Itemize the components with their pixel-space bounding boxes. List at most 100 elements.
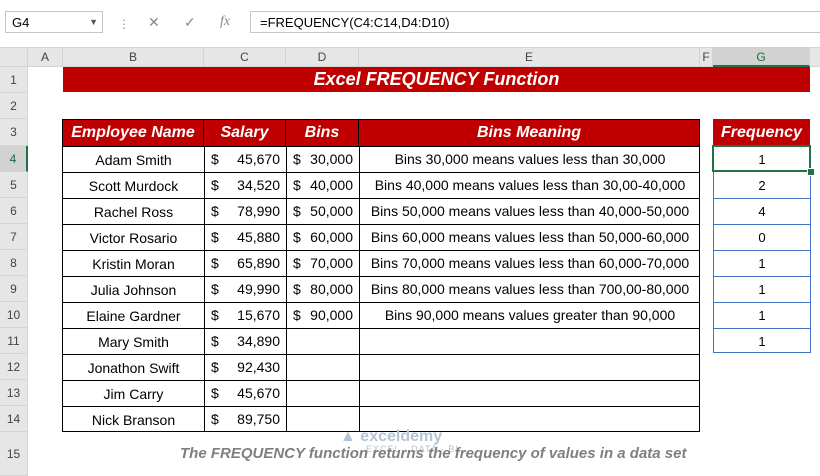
cell-bin-meaning[interactable]: Bins 40,000 means values less than 30,00… (360, 172, 700, 198)
cell-employee-name[interactable]: Kristin Moran (63, 250, 204, 276)
row-header-13[interactable]: 13 (0, 380, 28, 406)
caption[interactable]: The FREQUENCY function returns the frequ… (180, 445, 686, 462)
salary-value: 45,670 (237, 151, 280, 167)
cell-bin[interactable]: $60,000 (287, 224, 359, 250)
cell-bin[interactable]: $50,000 (287, 198, 359, 224)
row-header-10[interactable]: 10 (0, 302, 28, 328)
row-header-5[interactable]: 5 (0, 172, 28, 198)
column-header-b[interactable]: B (63, 47, 204, 67)
cell-employee-name[interactable]: Jonathon Swift (63, 354, 204, 380)
bin-value: 90,000 (310, 307, 353, 323)
currency-symbol: $ (211, 411, 219, 427)
cell-bin-meaning[interactable]: Bins 50,000 means values less than 40,00… (360, 198, 700, 224)
salary-value: 34,520 (237, 177, 280, 193)
enter-icon[interactable]: ✓ (184, 14, 196, 31)
currency-symbol: $ (211, 255, 219, 271)
formula-input[interactable]: =FREQUENCY(C4:C14,D4:D10) (250, 11, 820, 33)
cell-frequency[interactable]: 1 (714, 146, 810, 172)
row-header-7[interactable]: 7 (0, 224, 28, 250)
currency-symbol: $ (293, 229, 301, 245)
cell-salary[interactable]: $78,990 (205, 198, 286, 224)
currency-symbol: $ (293, 151, 301, 167)
cell-salary[interactable]: $34,890 (205, 328, 286, 354)
cell-salary[interactable]: $92,430 (205, 354, 286, 380)
cell-bin-meaning[interactable]: Bins 70,000 means values less than 60,00… (360, 250, 700, 276)
cell-frequency[interactable]: 1 (714, 276, 810, 302)
column-header-c[interactable]: C (204, 47, 286, 67)
column-header-g[interactable]: G (713, 47, 810, 67)
row-header-11[interactable]: 11 (0, 328, 28, 354)
cell-employee-name[interactable]: Elaine Gardner (63, 302, 204, 328)
cell-bin-meaning[interactable]: Bins 30,000 means values less than 30,00… (360, 146, 700, 172)
row-header-1[interactable]: 1 (0, 67, 28, 93)
name-box[interactable]: G4 ▼ (5, 11, 103, 33)
cell-employee-name[interactable]: Adam Smith (63, 146, 204, 172)
cell-frequency[interactable]: 0 (714, 224, 810, 250)
bin-value: 40,000 (310, 177, 353, 193)
cell-salary[interactable]: $34,520 (205, 172, 286, 198)
bin-value: 50,000 (310, 203, 353, 219)
cell-bin[interactable]: $90,000 (287, 302, 359, 328)
cell-salary[interactable]: $45,670 (205, 146, 286, 172)
cell-employee-name[interactable]: Scott Murdock (63, 172, 204, 198)
cell-salary[interactable]: $45,880 (205, 224, 286, 250)
cell-frequency[interactable]: 2 (714, 172, 810, 198)
column-header-f[interactable]: F (700, 47, 713, 67)
cell-bin-meaning[interactable]: Bins 60,000 means values less than 50,00… (360, 224, 700, 250)
cell-bin-meaning[interactable]: Bins 90,000 means values greater than 90… (360, 302, 700, 328)
header-frequency[interactable]: Frequency (713, 119, 810, 146)
currency-symbol: $ (211, 203, 219, 219)
insert-function-icon[interactable]: fx (220, 14, 230, 30)
currency-symbol: $ (211, 177, 219, 193)
watermark-name: exceldemy (360, 428, 443, 445)
row-header-14[interactable]: 14 (0, 406, 28, 432)
row-header-4[interactable]: 4 (0, 146, 28, 172)
more-options-icon[interactable]: ⋮ (118, 17, 130, 31)
cell-frequency[interactable]: 1 (714, 328, 810, 354)
cell-employee-name[interactable]: Victor Rosario (63, 224, 204, 250)
row-header-6[interactable]: 6 (0, 198, 28, 224)
row-header-15[interactable]: 15 (0, 432, 28, 476)
currency-symbol: $ (293, 203, 301, 219)
formula-bar: G4 ▼ ⋮ ✕ ✓ fx =FREQUENCY(C4:C14,D4:D10) (0, 0, 820, 45)
currency-symbol: $ (211, 281, 219, 297)
cell-employee-name[interactable]: Julia Johnson (63, 276, 204, 302)
cell-frequency[interactable]: 1 (714, 302, 810, 328)
currency-symbol: $ (211, 151, 219, 167)
cell-salary[interactable]: $15,670 (205, 302, 286, 328)
name-box-value: G4 (12, 15, 30, 30)
cell-bin[interactable]: $70,000 (287, 250, 359, 276)
column-header-a[interactable]: A (28, 47, 63, 67)
row-header-8[interactable]: 8 (0, 250, 28, 276)
cell-salary[interactable]: $65,890 (205, 250, 286, 276)
cell-salary[interactable]: $89,750 (205, 406, 286, 432)
currency-symbol: $ (211, 359, 219, 375)
column-header-d[interactable]: D (286, 47, 359, 67)
currency-symbol: $ (211, 307, 219, 323)
row-header-3[interactable]: 3 (0, 119, 28, 146)
cell-salary[interactable]: $45,670 (205, 380, 286, 406)
column-header-e[interactable]: E (359, 47, 700, 67)
cell-bin[interactable]: $30,000 (287, 146, 359, 172)
chevron-down-icon[interactable]: ▼ (89, 17, 98, 27)
cell-employee-name[interactable]: Mary Smith (63, 328, 204, 354)
cell-frequency[interactable]: 1 (714, 250, 810, 276)
cell-salary[interactable]: $49,990 (205, 276, 286, 302)
sheet-title[interactable]: Excel FREQUENCY Function (63, 67, 810, 92)
bin-value: 80,000 (310, 281, 353, 297)
row-header-12[interactable]: 12 (0, 354, 28, 380)
row-header-2[interactable]: 2 (0, 93, 28, 119)
row-header-9[interactable]: 9 (0, 276, 28, 302)
cell-bin[interactable]: $80,000 (287, 276, 359, 302)
cell-employee-name[interactable]: Jim Carry (63, 380, 204, 406)
currency-symbol: $ (211, 333, 219, 349)
cell-bin-meaning[interactable]: Bins 80,000 means values less than 700,0… (360, 276, 700, 302)
cell-bin[interactable]: $40,000 (287, 172, 359, 198)
column-header-h[interactable] (810, 47, 820, 67)
cell-frequency[interactable]: 4 (714, 198, 810, 224)
bin-value: 70,000 (310, 255, 353, 271)
cell-employee-name[interactable]: Rachel Ross (63, 198, 204, 224)
cancel-icon[interactable]: ✕ (148, 14, 160, 31)
cell-employee-name[interactable]: Nick Branson (63, 406, 204, 432)
select-all-corner[interactable] (0, 47, 28, 67)
